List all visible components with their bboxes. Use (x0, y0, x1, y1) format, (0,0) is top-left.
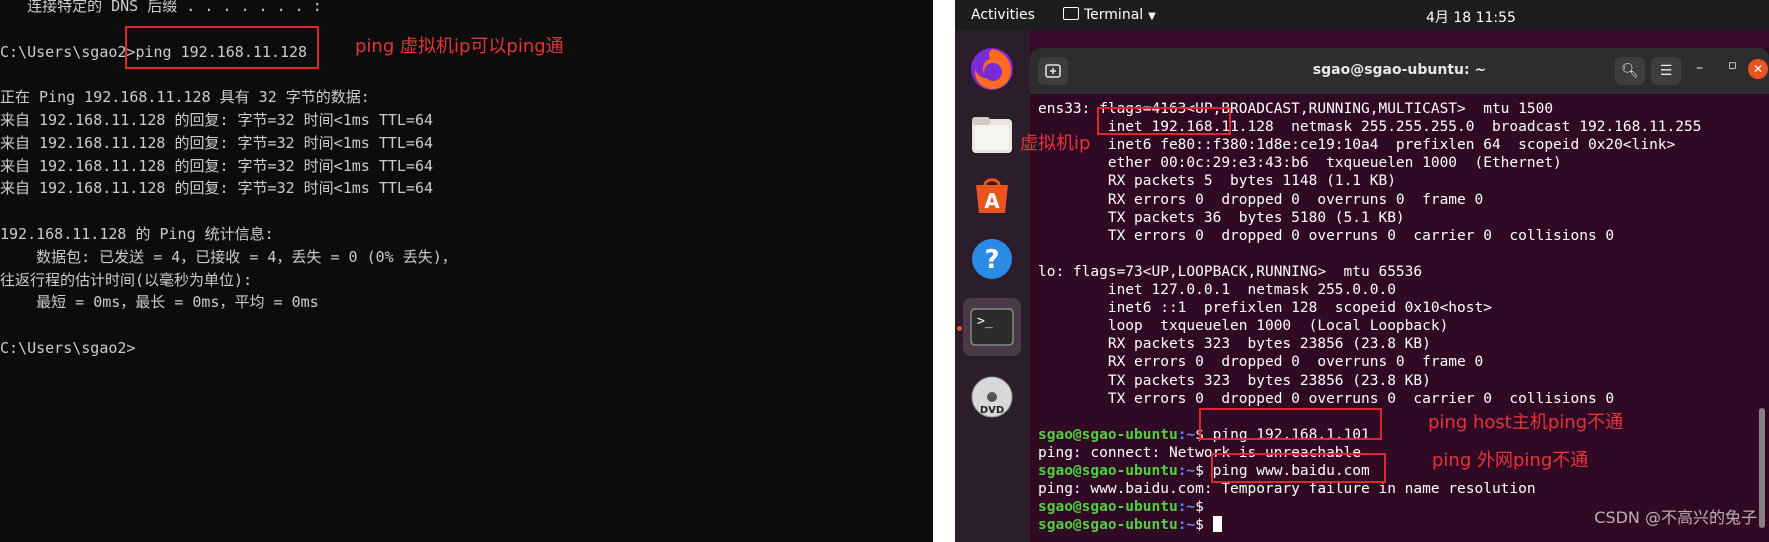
chevron-down-icon: ▼ (1148, 11, 1156, 22)
ping-external-annotation: ping 外网ping不通 (1432, 450, 1589, 471)
terminal-output-line: RX packets 323 bytes 23856 (23.8 KB) (1038, 336, 1431, 353)
firefox-icon[interactable] (963, 40, 1021, 98)
gnome-top-bar: Activities Terminal ▼ 4月 18 11:55 (955, 0, 1769, 30)
terminal-icon[interactable]: >_ (963, 298, 1021, 356)
prompt-user: sgao@sgao-ubuntu (1038, 463, 1178, 479)
terminal-output-line: inet6 ::1 prefixlen 128 scopeid 0x10<hos… (1038, 300, 1492, 317)
terminal-app-menu[interactable]: Terminal ▼ (1063, 7, 1156, 23)
svg-text:DVD: DVD (980, 405, 1004, 416)
prompt-path: :~ (1177, 517, 1196, 534)
cmd-output-line: 最短 = 0ms，最长 = 0ms，平均 = 0ms (0, 293, 319, 312)
vm-ip-highlight-box (1097, 107, 1231, 135)
cursor (1212, 516, 1222, 533)
terminal-output-line: loop txqueuelen 1000 (Local Loopback) (1038, 318, 1449, 335)
prompt-user: sgao@sgao-ubuntu (1038, 426, 1178, 443)
ping-external-highlight-box (1211, 453, 1386, 483)
windows-cmd-window[interactable]: 连接特定的 DNS 后缀 . . . . . . . : C:\Users\sga… (0, 0, 933, 542)
terminal-output-line: RX packets 5 bytes 1148 (1.1 KB) (1038, 173, 1396, 190)
vm-ip-annotation: 虚拟机ip (1020, 133, 1091, 154)
hamburger-icon: ☰ (1659, 63, 1673, 79)
activities-button[interactable]: Activities (971, 7, 1035, 23)
cmd-output-line: 来自 192.168.11.128 的回复: 字节=32 时间<1ms TTL=… (0, 111, 434, 129)
terminal-header-bar: sgao@sgao-ubuntu: ~ 🔍︎ ☰ – ▫ ✕ (1030, 48, 1769, 94)
prompt-symbol: $ (1195, 517, 1213, 534)
maximize-button[interactable]: ▫ (1728, 58, 1737, 73)
terminal-output-line: TX errors 0 dropped 0 overruns 0 carrier… (1038, 227, 1615, 244)
cmd-output-line: 192.168.11.128 的 Ping 统计信息: (0, 225, 274, 243)
svg-text:?: ? (984, 245, 999, 275)
prompt-symbol: $ (1195, 499, 1213, 516)
ping-host-highlight-box (1199, 408, 1382, 440)
close-button[interactable]: ✕ (1748, 59, 1768, 79)
cmd-output-line: 来自 192.168.11.128 的回复: 字节=32 时间<1ms TTL=… (0, 156, 434, 175)
prompt-path: :~ (1177, 426, 1196, 443)
clock[interactable]: 4月 18 11:55 (1426, 7, 1516, 27)
menu-button[interactable]: ☰ (1651, 57, 1681, 85)
watermark: CSDN @不高兴的兔子 (1594, 508, 1757, 527)
help-icon[interactable]: ? (963, 230, 1021, 288)
prompt-user: sgao@sgao-ubuntu (1038, 499, 1178, 516)
terminal-output-line: TX errors 0 dropped 0 overruns 0 carrier… (1038, 390, 1615, 407)
ping-vm-annotation: ping 虚拟机ip可以ping通 (355, 36, 564, 57)
cmd-output-line: 正在 Ping 192.168.11.128 具有 32 字节的数据: (0, 88, 370, 107)
cmd-output-line: 来自 192.168.11.128 的回复: 字节=32 时间<1ms TTL=… (0, 179, 434, 198)
dock: A ? >_ DVD (955, 30, 1030, 542)
cmd-output-line: 来自 192.168.11.128 的回复: 字节=32 时间<1ms TTL=… (0, 133, 434, 152)
terminal-output-line: inet6 fe80::f380:1d8e:ce19:10a4 prefixle… (1038, 137, 1676, 154)
terminal-output-line: TX packets 323 bytes 23856 (23.8 KB) (1038, 372, 1431, 389)
cmd-output-line: 往返行程的估计时间(以毫秒为单位): (0, 270, 253, 289)
terminal-output-line: RX errors 0 dropped 0 overruns 0 frame 0 (1038, 191, 1484, 208)
svg-text:>_: >_ (977, 314, 993, 329)
search-button[interactable]: 🔍︎ (1615, 57, 1645, 85)
dvd-icon[interactable]: DVD (963, 368, 1021, 426)
files-icon[interactable] (963, 106, 1021, 164)
terminal-app-label: Terminal (1084, 7, 1144, 23)
minimize-button[interactable]: – (1696, 60, 1703, 76)
prompt-user: sgao@sgao-ubuntu (1038, 517, 1178, 534)
cmd-output-line: 数据包: 已发送 = 4，已接收 = 4，丢失 = 0 (0% 丢失)， (0, 247, 457, 266)
prompt-symbol: $ (1195, 463, 1213, 479)
software-icon[interactable]: A (963, 166, 1021, 224)
terminal-output-line: lo: flags=73<UP,LOOPBACK,RUNNING> mtu 65… (1038, 263, 1423, 280)
terminal-small-icon (1063, 7, 1079, 20)
terminal-output-line: inet 127.0.0.1 netmask 255.0.0.0 (1038, 282, 1396, 298)
prompt-line-active: sgao@sgao-ubuntu:~$ (1038, 516, 1222, 534)
terminal-output-line: ether 00:0c:29:e3:43:b6 txqueuelen 1000 … (1038, 155, 1562, 172)
running-indicator (957, 326, 962, 331)
cmd-output-line: C:\Users\sgao2> (0, 339, 136, 357)
cmd-output-line: 连接特定的 DNS 后缀 . . . . . . . : (0, 0, 322, 15)
close-icon: ✕ (1752, 62, 1764, 76)
svg-text:A: A (984, 189, 1000, 213)
prompt-path: :~ (1177, 499, 1196, 516)
prompt-line-empty: sgao@sgao-ubuntu:~$ (1038, 498, 1213, 516)
terminal-scrollbar[interactable] (1759, 408, 1765, 528)
terminal-output-line: RX errors 0 dropped 0 overruns 0 frame 0 (1038, 354, 1484, 371)
ping-host-annotation: ping host主机ping不通 (1428, 412, 1624, 433)
window-gap (933, 0, 955, 542)
ping-vm-highlight-box (125, 26, 319, 69)
prompt-path: :~ (1177, 463, 1196, 479)
search-icon: 🔍︎ (1621, 63, 1639, 79)
terminal-output-line: TX packets 36 bytes 5180 (5.1 KB) (1038, 209, 1405, 226)
